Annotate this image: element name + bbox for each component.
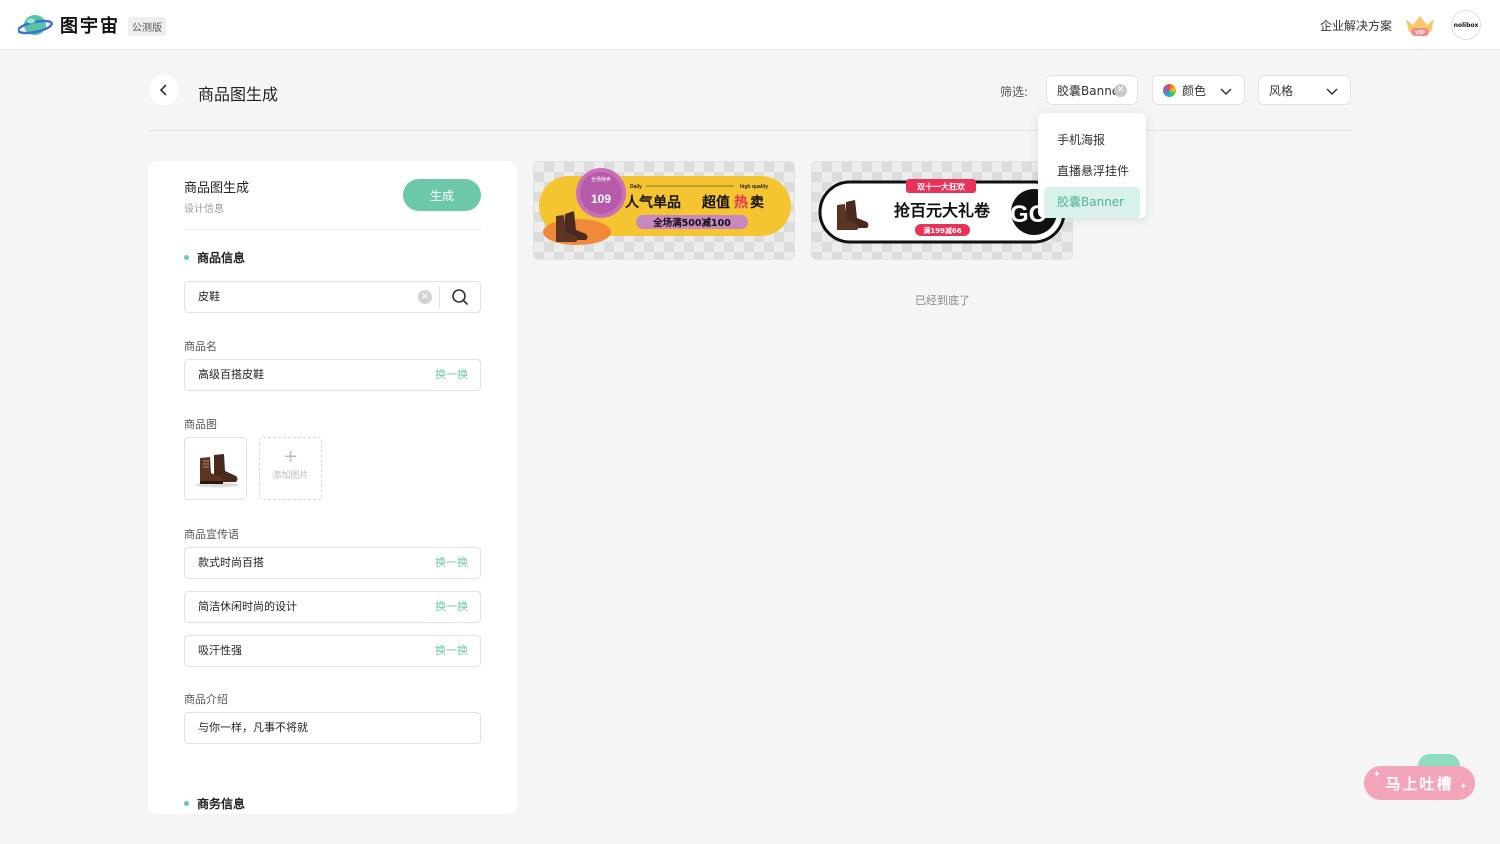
add-image-label: 添加图片 [272,471,309,481]
type-filter-dropdown: 手机海报 直播悬浮挂件 胶囊Banner [1038,113,1146,218]
color-filter-select[interactable]: 颜色 [1152,75,1245,105]
style-filter-select[interactable]: 风格 [1258,75,1351,105]
slogan-label: 商品宣传语 [184,528,239,541]
style-filter-label: 风格 [1269,83,1294,98]
plus-icon: + [282,446,299,467]
panel-title: 商品图生成 [184,181,250,196]
banner-result-card[interactable]: 双十一大狂欢 抢百元大礼卷 满199减66 GO [811,161,1073,260]
search-value: 皮鞋 [198,290,220,303]
product-name-value: 高级百搭皮鞋 [198,368,264,381]
slogan-field[interactable]: 款式时尚百搭 换一换 [184,547,481,579]
product-name-field[interactable]: 高级百搭皮鞋 换一换 [184,359,481,391]
promo-text: 满199减66 [923,226,961,235]
section-product-info: 商品信息 [184,249,245,266]
design-info-panel: 商品图生成 设计信息 生成 商品信息 皮鞋 ✕ 商品名 高级百搭皮鞋 换一换 商… [148,161,517,814]
chevron-down-icon [1326,88,1338,96]
boot-image [194,453,239,487]
product-intro-field[interactable]: 与你一样，凡事不将就 [184,712,481,744]
color-filter-label: 颜色 [1182,83,1207,98]
color-wheel-icon [1163,83,1176,97]
dropdown-item-capsule-banner[interactable]: 胶囊Banner [1044,187,1140,218]
feedback-button[interactable]: ✦ 马上吐槽 ✦ [1364,766,1475,800]
dropdown-item-mobile-poster[interactable]: 手机海报 [1044,125,1140,156]
swap-name-button[interactable]: 换一换 [435,360,468,390]
panel-subtitle: 设计信息 [184,204,224,215]
dropdown-item-live-widget[interactable]: 直播悬浮挂件 [1044,156,1140,187]
clear-search-icon[interactable]: ✕ [418,290,432,304]
product-image-label: 商品图 [184,418,217,431]
slogan-value: 款式时尚百搭 [198,556,264,569]
chevron-down-icon [1220,88,1232,96]
search-icon[interactable] [451,288,469,306]
type-filter-select[interactable]: 胶囊Banner ✕ [1046,75,1138,105]
swap-slogan-button[interactable]: 换一换 [435,548,468,578]
slogan-field[interactable]: 简洁休闲时尚的设计 换一换 [184,591,481,623]
product-intro-value: 与你一样，凡事不将就 [198,721,308,734]
generate-button[interactable]: 生成 [403,179,481,211]
promo-text: 全场满500减100 [652,217,731,229]
end-of-list-text: 已经到底了 [915,294,970,307]
chevron-left-icon [159,84,167,96]
badge-top-text: 全场特卖 [591,176,611,183]
panel-divider [184,229,481,230]
beta-badge: 公测版 [128,17,166,36]
tag-left: Daily [630,184,642,190]
product-image-thumbnail[interactable] [184,437,247,500]
slogan-value: 吸汗性强 [198,644,242,657]
capsule-banner-white: 双十一大狂欢 抢百元大礼卷 满199减66 GO [818,179,1066,244]
page-title: 商品图生成 [198,85,279,104]
filter-label: 筛选: [1000,85,1029,99]
slogan-field[interactable]: 吸汗性强 换一换 [184,635,481,667]
swap-slogan-button[interactable]: 换一换 [435,592,468,622]
banner-result-card[interactable]: 全场特卖 109 Daily high quality 人气单品 超值 热 卖 … [533,161,795,260]
headline-left: 人气单品 [625,194,681,211]
intro-label: 商品介绍 [184,693,228,706]
clear-filter-icon[interactable]: ✕ [1114,84,1127,97]
badge-number: 109 [591,192,611,206]
headline-hot: 热 [734,194,748,211]
brand-name[interactable]: 图宇宙 [60,12,120,38]
search-divider [439,286,440,308]
sparkle-icon: ✦ [1459,782,1469,792]
tag-right: high quality [740,184,768,190]
feedback-label: 马上吐槽 [1385,774,1454,793]
capsule-banner-yellow: 全场特卖 109 Daily high quality 人气单品 超值 热 卖 … [539,168,791,245]
headline-right-a: 超值 [701,194,730,211]
vip-crown-icon[interactable]: VIP [1404,13,1436,39]
headline-right-b: 卖 [750,194,764,211]
sparkle-icon: ✦ [1373,770,1383,780]
planet-logo-icon[interactable] [18,12,54,38]
back-button[interactable] [149,75,179,105]
slogan-value: 简洁休闲时尚的设计 [198,600,297,613]
enterprise-solutions-link[interactable]: 企业解决方案 [1320,17,1392,34]
product-name-label: 商品名 [184,340,217,353]
top-bar: 图宇宙 公测版 企业解决方案 VIP nolibox [0,0,1500,50]
header-divider [148,130,1352,131]
vip-label: VIP [1415,31,1425,37]
event-tag: 双十一大狂欢 [917,182,966,192]
user-avatar[interactable]: nolibox [1451,10,1481,40]
swap-slogan-button[interactable]: 换一换 [435,636,468,666]
product-search-input[interactable]: 皮鞋 ✕ [184,281,481,313]
section-business-info: 商务信息 [184,795,245,812]
add-image-button[interactable]: + 添加图片 [259,437,322,500]
coupon-headline: 抢百元大礼卷 [894,201,991,220]
